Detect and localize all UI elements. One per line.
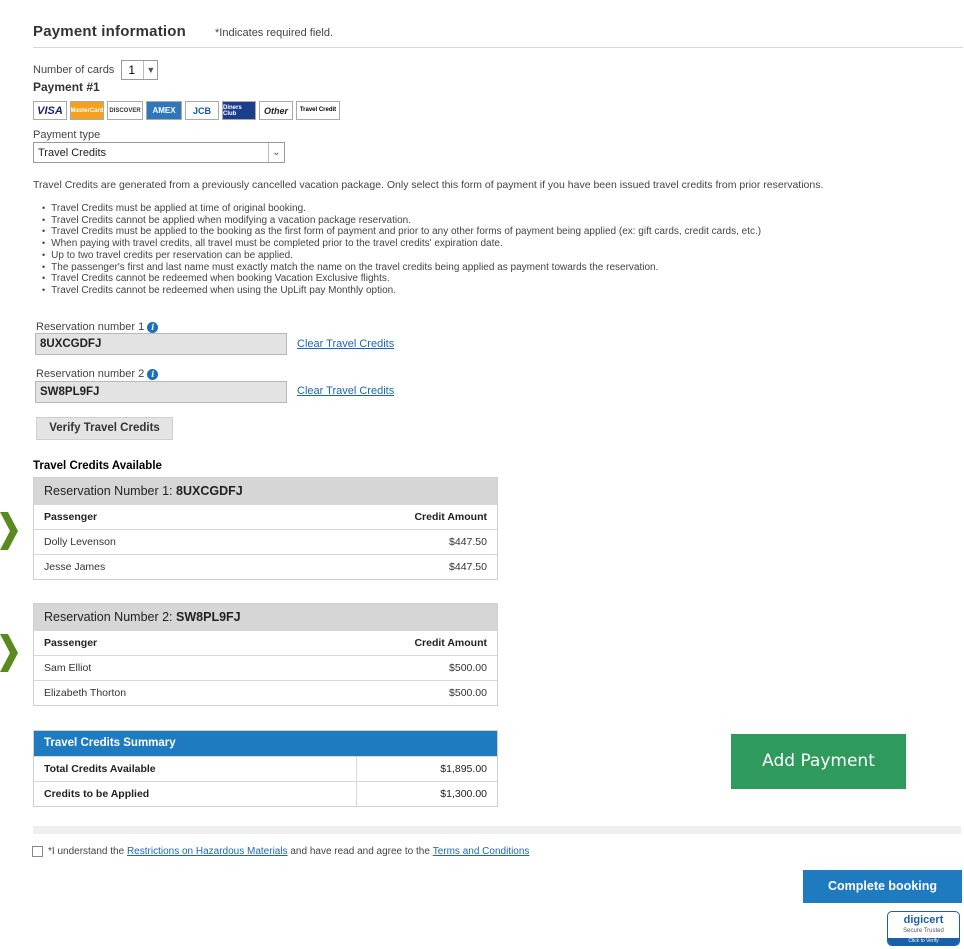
table-title: Reservation Number 1: 8UXCGDFJ <box>34 478 497 504</box>
section-divider <box>33 826 961 834</box>
clear-travel-credits-2-link[interactable]: Clear Travel Credits <box>297 385 394 397</box>
list-item: Up to two travel credits per reservation… <box>42 250 761 262</box>
amex-logo[interactable]: AMEX <box>146 101 182 120</box>
list-item: Travel Credits must be applied to the bo… <box>42 226 761 238</box>
reservation-code: 8UXCGDFJ <box>176 484 243 498</box>
visa-logo[interactable]: VISA <box>33 101 67 120</box>
discover-logo[interactable]: DISCOVER <box>107 101 143 120</box>
agree-middle: and have read and agree to the <box>290 846 430 857</box>
payment-header: Payment information *Indicates required … <box>33 20 963 48</box>
travel-credit-logo[interactable]: Travel Credit <box>296 101 340 120</box>
terms-checkbox[interactable] <box>32 846 43 857</box>
table-header-row: Passenger Credit Amount <box>34 630 497 655</box>
digicert-seal[interactable]: digicert Secure Trusted Click to Verify <box>887 911 960 946</box>
terms-and-conditions-link[interactable]: Terms and Conditions <box>433 846 530 857</box>
travel-credit-rules: Travel Credits must be applied at time o… <box>42 203 761 297</box>
credit-amount: $447.50 <box>449 561 487 573</box>
travel-credits-available-heading: Travel Credits Available <box>33 460 162 472</box>
table-title: Reservation Number 2: SW8PL9FJ <box>34 604 497 630</box>
travel-credits-intro: Travel Credits are generated from a prev… <box>33 179 824 191</box>
payment-type-label: Payment type <box>33 129 101 141</box>
payment-type-select[interactable]: Travel Credits ⌄ <box>33 142 285 163</box>
complete-booking-button[interactable]: Complete booking <box>803 870 962 903</box>
passenger-name: Sam Elliot <box>44 662 92 674</box>
reservation-code: SW8PL9FJ <box>176 610 241 624</box>
digicert-sub: Secure Trusted <box>903 928 944 934</box>
table-title-prefix: Reservation Number 1: <box>44 484 177 498</box>
passenger-name: Dolly Levenson <box>44 536 116 548</box>
table-row: Sam Elliot $500.00 <box>34 655 497 680</box>
terms-agreement: *I understand the Restrictions on Hazard… <box>32 846 529 857</box>
chevron-right-icon <box>0 634 18 672</box>
passenger-name: Jesse James <box>44 561 106 573</box>
mastercard-logo[interactable]: MasterCard <box>70 101 104 120</box>
table-row: Elizabeth Thorton $500.00 <box>34 680 497 705</box>
required-note: *Indicates required field. <box>215 27 334 39</box>
payment-type-value: Travel Credits <box>38 146 107 159</box>
table-title-prefix: Reservation Number 2: <box>44 610 177 624</box>
passenger-column-header: Passenger <box>44 637 98 649</box>
table-header-row: Passenger Credit Amount <box>34 504 497 529</box>
card-logos: VISA MasterCard DISCOVER AMEX JCB Diners… <box>33 101 340 120</box>
credit-amount-column-header: Credit Amount <box>414 511 487 523</box>
table-row: Total Credits Available $1,895.00 <box>34 756 497 781</box>
summary-title: Travel Credits Summary <box>34 731 497 756</box>
agree-prefix: *I understand the <box>48 846 125 857</box>
credit-amount: $500.00 <box>449 687 487 699</box>
list-item: When paying with travel credits, all tra… <box>42 238 761 250</box>
reservation-1-label: Reservation number 1 i <box>36 321 159 333</box>
reservation-2-label: Reservation number 2 i <box>36 368 159 380</box>
credit-amount: $500.00 <box>449 662 487 674</box>
passenger-name: Elizabeth Thorton <box>44 687 127 699</box>
digicert-name: digicert <box>903 914 944 926</box>
payment-page: Payment information *Indicates required … <box>0 0 964 949</box>
credit-amount-column-header: Credit Amount <box>414 637 487 649</box>
number-of-cards-value: 1 <box>128 63 135 77</box>
table-row: Credits to be Applied $1,300.00 <box>34 781 497 806</box>
verify-travel-credits-button[interactable]: Verify Travel Credits <box>36 417 173 440</box>
travel-credits-summary: Travel Credits Summary Total Credits Ava… <box>33 730 498 807</box>
reservation-1-label-text: Reservation number 1 <box>36 321 145 333</box>
summary-value: $1,895.00 <box>440 763 487 775</box>
jcb-logo[interactable]: JCB <box>185 101 219 120</box>
list-item: Travel Credits cannot be redeemed when u… <box>42 285 761 297</box>
add-payment-button[interactable]: Add Payment <box>731 734 906 789</box>
summary-label: Total Credits Available <box>34 757 357 781</box>
diners-club-logo[interactable]: Diners Club <box>222 101 256 120</box>
credit-amount: $447.50 <box>449 536 487 548</box>
clear-travel-credits-1-link[interactable]: Clear Travel Credits <box>297 338 394 350</box>
payment-number-label: Payment #1 <box>33 80 100 94</box>
chevron-down-icon: ⌄ <box>268 143 284 162</box>
chevron-right-icon <box>0 512 18 550</box>
reservation-2-label-text: Reservation number 2 <box>36 368 145 380</box>
chevron-down-icon: ▼ <box>143 61 157 79</box>
reservation-1-input[interactable]: 8UXCGDFJ <box>35 333 287 355</box>
number-of-cards-row: Number of cards 1 ▼ <box>33 60 159 80</box>
number-of-cards-label: Number of cards <box>33 64 115 76</box>
hazardous-materials-link[interactable]: Restrictions on Hazardous Materials <box>127 846 288 857</box>
digicert-verify: Click to Verify <box>888 938 959 945</box>
reservation-1-credits-table: Reservation Number 1: 8UXCGDFJ Passenger… <box>33 477 498 580</box>
number-of-cards-select[interactable]: 1 ▼ <box>121 60 159 80</box>
page-title: Payment information <box>33 23 186 40</box>
table-row: Dolly Levenson $447.50 <box>34 529 497 554</box>
list-item: Travel Credits cannot be redeemed when b… <box>42 273 761 285</box>
table-row: Jesse James $447.50 <box>34 554 497 579</box>
info-icon[interactable]: i <box>147 368 159 380</box>
list-item: The passenger's first and last name must… <box>42 262 761 274</box>
summary-label: Credits to be Applied <box>34 782 357 806</box>
reservation-2-input[interactable]: SW8PL9FJ <box>35 381 287 403</box>
passenger-column-header: Passenger <box>44 511 98 523</box>
info-icon[interactable]: i <box>147 321 159 333</box>
other-card-logo[interactable]: Other <box>259 101 293 120</box>
list-item: Travel Credits cannot be applied when mo… <box>42 215 761 227</box>
reservation-2-credits-table: Reservation Number 2: SW8PL9FJ Passenger… <box>33 603 498 706</box>
summary-value: $1,300.00 <box>440 788 487 800</box>
list-item: Travel Credits must be applied at time o… <box>42 203 761 215</box>
